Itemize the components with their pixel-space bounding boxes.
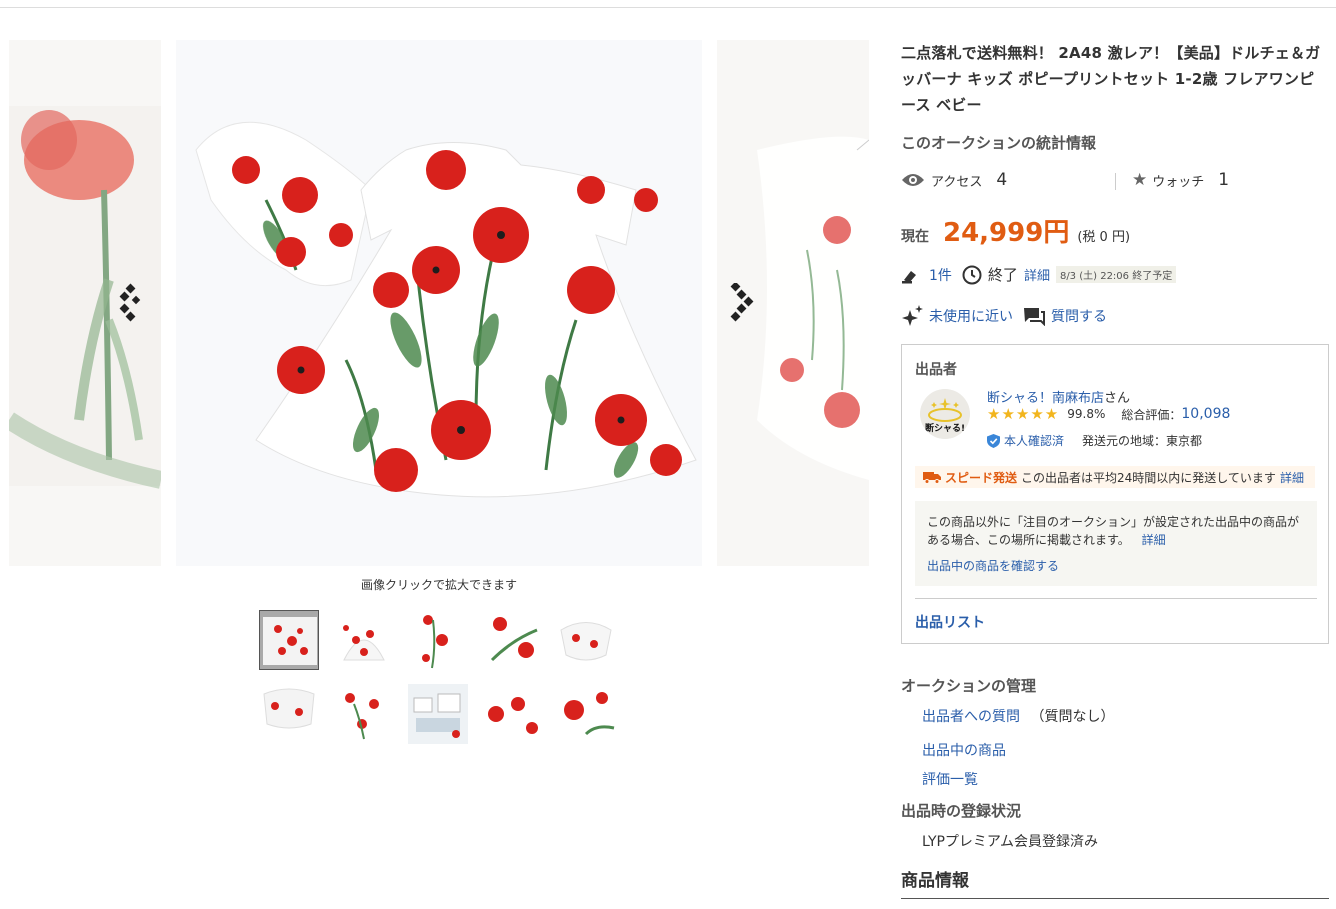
- rating-stars: ★★★★★: [987, 405, 1060, 423]
- thumbnail-4[interactable]: [482, 610, 542, 670]
- end-detail-link[interactable]: 詳細: [1024, 265, 1050, 284]
- stats-heading: このオークションの統計情報: [901, 134, 1097, 152]
- auction-status: 終了: [987, 266, 1018, 284]
- verified-shield-icon: [987, 433, 1000, 448]
- current-price: 24,999円: [943, 218, 1070, 248]
- access-value: 4: [996, 170, 1008, 190]
- thumbnail-1[interactable]: [259, 610, 319, 670]
- seller-box-divider: [915, 598, 1317, 599]
- thumbnail-2[interactable]: [334, 610, 394, 670]
- product-info-heading: 商品情報: [901, 871, 969, 891]
- total-rating-link[interactable]: 10,098: [1181, 406, 1230, 422]
- notice-detail-link[interactable]: 詳細: [1142, 533, 1166, 547]
- avatar-text: 断シャる!: [924, 424, 966, 434]
- stats-divider: [1115, 173, 1116, 190]
- price-row: 現在 24,999円 (税 0 円): [901, 212, 1130, 249]
- item-title: 二点落札で送料無料！ 2A48 激レア！【美品】ドルチェ＆ガッバーナ キッズ ポ…: [901, 44, 1321, 114]
- image-caption: 画像クリックで拡大できます: [360, 578, 517, 592]
- bid-status-row: 1件 終了 詳細 8/3 (土) 22:06 終了予定: [901, 264, 1177, 285]
- thumbnail-9[interactable]: [482, 684, 542, 744]
- speed-detail-link[interactable]: 詳細: [1280, 469, 1304, 486]
- total-rating-label: 総合評価：: [1121, 407, 1182, 422]
- speed-text: この出品者は平均24時間以内に発送しています: [1021, 470, 1276, 485]
- bid-count-link[interactable]: 1件: [929, 265, 952, 285]
- watch-value: 1: [1218, 170, 1230, 190]
- star-icon: ★: [1132, 170, 1148, 190]
- price-label: 現在: [901, 229, 929, 245]
- item-summary: 二点落札で送料無料！ 2A48 激レア！【美品】ドルチェ＆ガッバーナ キッズ ポ…: [901, 40, 1329, 153]
- seller-listing-link[interactable]: 出品リスト: [915, 612, 985, 632]
- end-time-badge: 8/3 (土) 22:06 終了予定: [1055, 266, 1177, 283]
- ask-question-link[interactable]: 質問する: [1051, 306, 1107, 326]
- seller-name-row: 断シャる！南麻布店さん: [987, 387, 1130, 406]
- seller-listings-link[interactable]: 出品中の商品: [922, 740, 1006, 760]
- question-status: （質問なし）: [1030, 709, 1115, 725]
- management-heading: オークションの管理: [901, 677, 1037, 695]
- seller-heading: 出品者: [915, 362, 957, 378]
- registration-heading: 出品時の登録状況: [901, 802, 1022, 820]
- seller-name-suffix: さん: [1104, 391, 1131, 406]
- eye-icon: [902, 174, 924, 186]
- question-row: 出品者への質問 （質問なし）: [922, 706, 1114, 726]
- truck-icon: [923, 472, 941, 484]
- thumbnail-10[interactable]: [556, 684, 616, 744]
- seller-name-link[interactable]: 断シャる！南麻布店: [987, 391, 1104, 406]
- speed-shipping-banner: スピード発送 この出品者は平均24時間以内に発送しています 詳細: [915, 466, 1315, 488]
- chevron-left-icon[interactable]: [118, 283, 148, 323]
- notice-text: この商品以外に「注目のオークション」が設定された出品中の商品がある場合、この場所…: [927, 515, 1300, 547]
- verified-link[interactable]: 本人確認済: [1004, 432, 1064, 449]
- thumbnail-3[interactable]: [408, 610, 468, 670]
- thumbnail-5[interactable]: [556, 610, 616, 670]
- seller-question-link[interactable]: 出品者への質問: [922, 709, 1020, 725]
- thumbnail-6[interactable]: [259, 684, 319, 744]
- featured-auction-notice: この商品以外に「注目のオークション」が設定された出品中の商品がある場合、この場所…: [915, 501, 1317, 586]
- seller-rating-row: ★★★★★ 99.8% 総合評価： 10,098: [987, 405, 1230, 423]
- product-info-divider: [901, 898, 1329, 899]
- thumbnail-8[interactable]: [408, 684, 468, 744]
- main-product-image[interactable]: [176, 40, 702, 566]
- check-listings-link[interactable]: 出品中の商品を確認する: [927, 557, 1305, 575]
- registration-value: LYPプレミアム会員登録済み: [922, 834, 1098, 850]
- reviews-link[interactable]: 評価一覧: [922, 769, 978, 789]
- chevron-right-icon[interactable]: [728, 281, 758, 323]
- tax-amount: (税 0 円): [1077, 230, 1131, 245]
- ship-from: 発送元の地域：東京都: [1082, 434, 1203, 448]
- sparkle-icon: [902, 305, 923, 326]
- rating-percent: 99.8%: [1067, 407, 1106, 421]
- clock-icon: [962, 265, 982, 285]
- seller-card: 出品者 断シャる! 断シャる！南麻布店さん ★★★★★ 99.8% 総合評価： …: [901, 344, 1329, 644]
- condition-row: 未使用に近い 質問する: [901, 304, 1107, 328]
- gavel-icon: [902, 270, 916, 283]
- thumbnail-7[interactable]: [334, 684, 394, 744]
- chat-icon: [1023, 306, 1045, 326]
- speed-label: スピード発送: [945, 470, 1018, 485]
- seller-verify-row: 本人確認済 発送元の地域：東京都: [987, 432, 1202, 449]
- watch-label: ウォッチ: [1152, 174, 1205, 190]
- condition-label[interactable]: 未使用に近い: [929, 306, 1013, 326]
- stats-row: アクセス 4 ★ ウォッチ 1: [901, 170, 1329, 194]
- access-stat: アクセス 4: [901, 170, 1007, 190]
- watch-stat: ★ ウォッチ 1: [1132, 170, 1229, 190]
- access-label: アクセス: [931, 174, 983, 190]
- top-divider: [0, 7, 1336, 8]
- seller-avatar[interactable]: 断シャる!: [920, 389, 970, 439]
